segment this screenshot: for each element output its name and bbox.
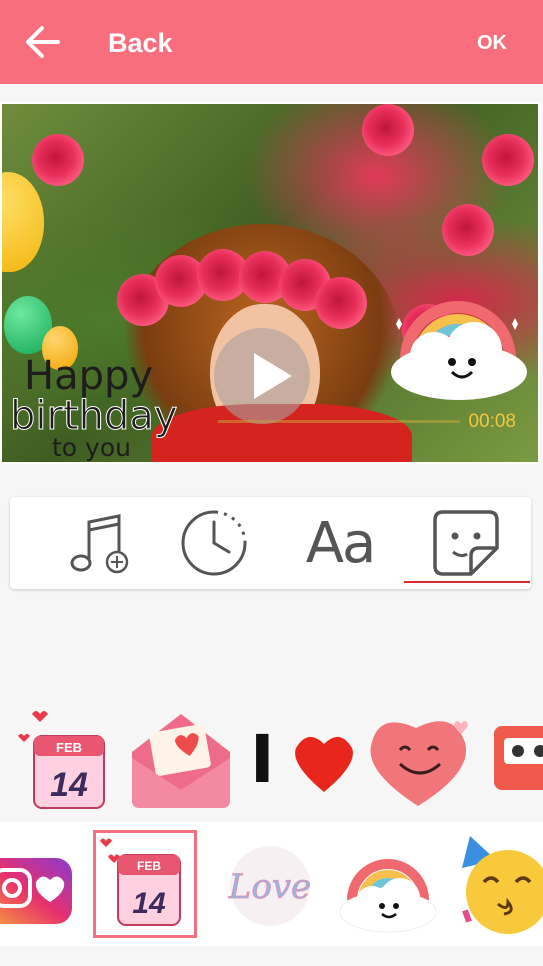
top-bar: Back OK <box>0 0 543 84</box>
clock-icon <box>181 510 247 576</box>
sticker-i-love[interactable]: I <box>244 720 360 800</box>
svg-text:FEB: FEB <box>56 740 82 755</box>
editor-toolbar: Aa <box>10 497 531 589</box>
svg-text:Love: Love <box>228 867 311 907</box>
pack-rainbow-cloud[interactable] <box>336 830 440 938</box>
happy-text: Happy <box>24 353 154 399</box>
progress-bar[interactable] <box>218 420 460 423</box>
sticker-cassette[interactable] <box>490 722 543 796</box>
flower-crown <box>117 249 367 334</box>
svg-text:FEB: FEB <box>137 859 161 873</box>
tool-music[interactable] <box>40 497 160 589</box>
birthday-text: birthday <box>10 393 179 439</box>
ok-button[interactable]: OK <box>477 32 507 55</box>
sticker-icon <box>433 510 499 576</box>
tool-duration[interactable] <box>154 497 274 589</box>
background-rose <box>362 104 414 156</box>
background-rose <box>442 204 494 256</box>
time-label: 00:08 <box>468 411 516 432</box>
play-icon <box>254 353 292 399</box>
pack-party-face[interactable] <box>456 830 543 938</box>
selected-tab-indicator <box>404 581 530 583</box>
svg-text:14: 14 <box>132 887 166 920</box>
play-button[interactable] <box>214 328 310 424</box>
to-you-text: to you <box>52 433 131 462</box>
video-preview[interactable]: Happy birthday to you 00:08 <box>0 102 540 464</box>
rainbow-cloud-sticker[interactable] <box>384 264 534 404</box>
tool-sticker[interactable] <box>406 497 526 589</box>
background-rose <box>32 134 84 186</box>
pack-feb14-calendar[interactable]: FEB 14 <box>93 830 197 938</box>
yellow-balloon <box>2 172 44 272</box>
svg-text:14: 14 <box>50 766 88 804</box>
music-add-icon <box>70 514 129 574</box>
sticker-smiling-heart[interactable] <box>366 710 478 808</box>
sticker-pack-strip: FEB 14 Love <box>0 822 543 946</box>
back-arrow-icon[interactable] <box>22 22 62 62</box>
pack-love-lettering[interactable]: Love <box>218 830 322 938</box>
background-rose <box>482 134 534 186</box>
tool-text[interactable]: Aa <box>280 497 400 589</box>
pack-instagram-heart[interactable] <box>0 830 84 938</box>
sticker-love-letter[interactable] <box>128 708 234 812</box>
text-icon: Aa <box>305 510 377 576</box>
sticker-grid: FEB 14 I <box>0 700 543 812</box>
sticker-feb14-calendar[interactable]: FEB 14 <box>14 706 114 812</box>
svg-text:I: I <box>250 721 275 798</box>
back-button[interactable]: Back <box>108 28 173 59</box>
